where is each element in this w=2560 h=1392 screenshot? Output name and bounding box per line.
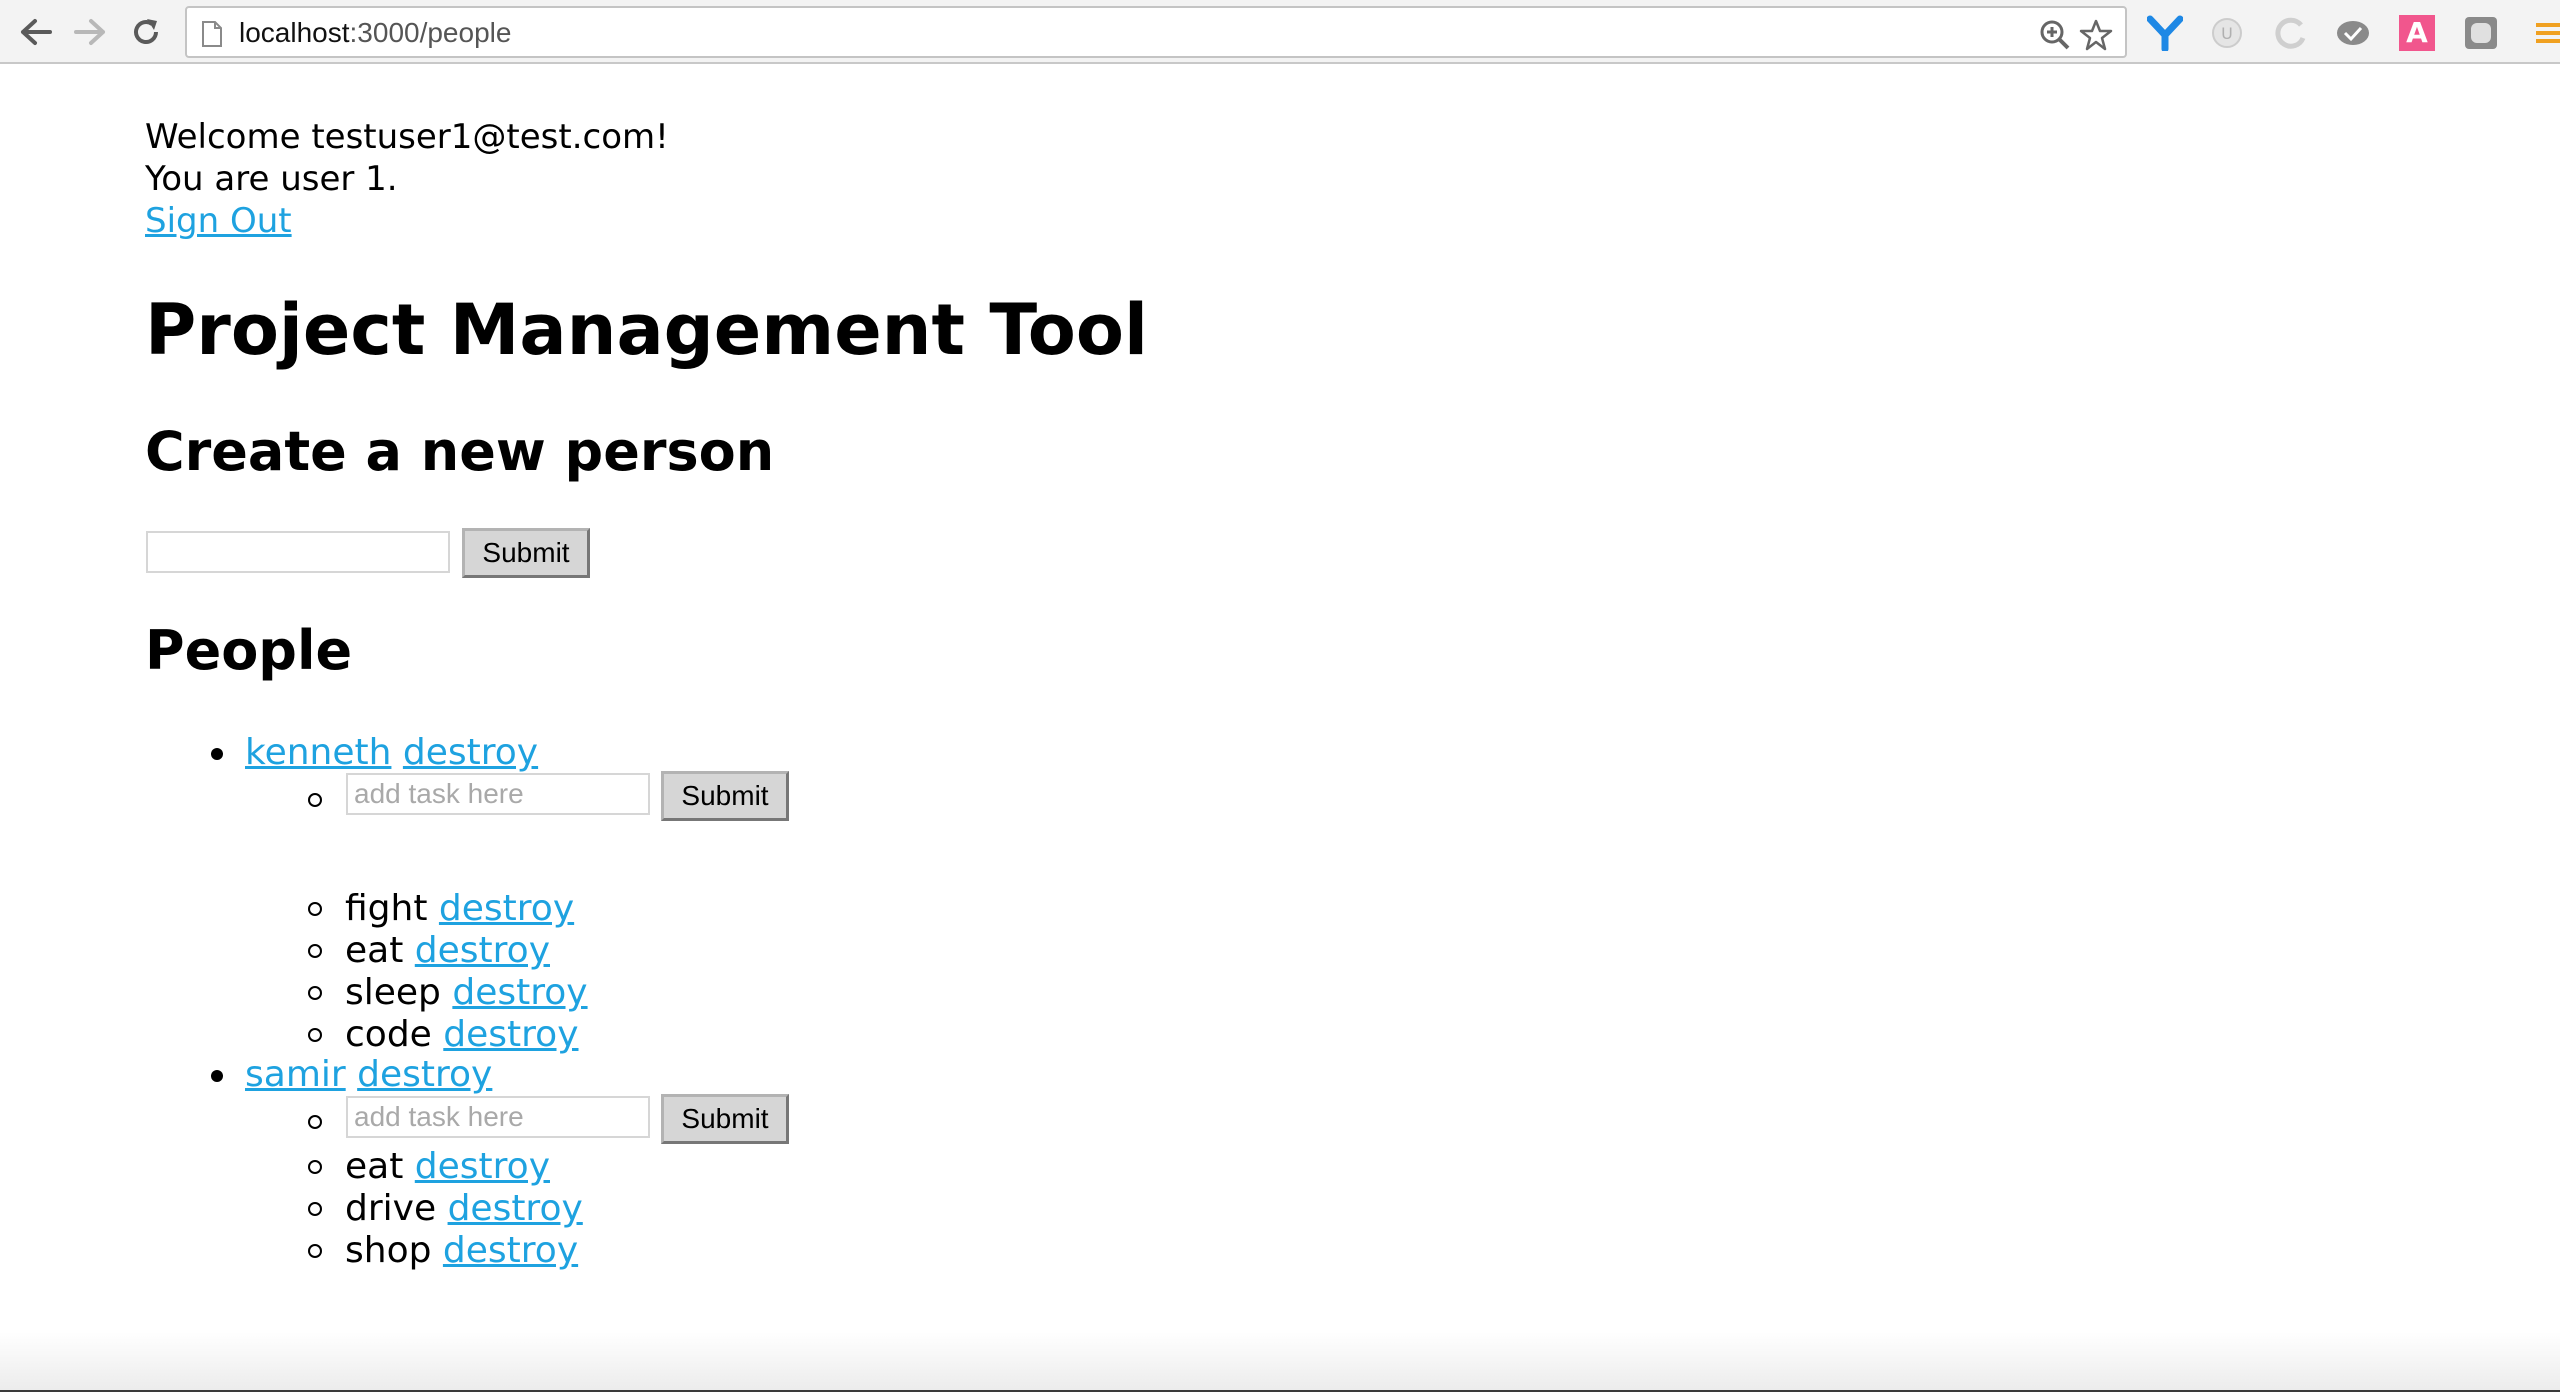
task-row: eat destroy	[345, 1145, 550, 1189]
task-name: shop	[345, 1230, 432, 1271]
task-name: sleep	[345, 972, 441, 1013]
reload-icon	[134, 19, 158, 44]
task-destroy-link[interactable]: destroy	[443, 1014, 578, 1055]
extension-check-icon[interactable]	[2334, 14, 2372, 52]
bullet	[308, 793, 322, 807]
task-destroy-link[interactable]: destroy	[443, 1230, 578, 1271]
extension-u-label: U	[2221, 24, 2233, 43]
task-name: eat	[345, 930, 404, 971]
person-row: samir destroy	[245, 1053, 492, 1097]
page-body: Welcome testuser1@test.com! You are user…	[0, 66, 2560, 1392]
bullet	[308, 986, 322, 1000]
person-destroy-link[interactable]: destroy	[403, 732, 538, 773]
task-name: code	[345, 1014, 432, 1055]
person-destroy-link[interactable]: destroy	[357, 1054, 492, 1095]
create-person-heading: Create a new person	[145, 420, 775, 483]
extension-y-icon[interactable]	[2146, 14, 2184, 52]
url-host: localhost	[239, 17, 350, 48]
person-row: kenneth destroy	[245, 731, 538, 775]
bullet	[211, 748, 223, 760]
task-row: fight destroy	[345, 887, 574, 931]
people-heading: People	[145, 619, 353, 682]
task-row: sleep destroy	[345, 971, 588, 1015]
bullet	[308, 944, 322, 958]
bullet	[308, 1115, 322, 1129]
task-destroy-link[interactable]: destroy	[448, 1188, 583, 1229]
add-task-input[interactable]	[346, 1096, 650, 1138]
task-name: eat	[345, 1146, 404, 1187]
reload-button[interactable]	[124, 10, 168, 54]
extension-u-icon[interactable]: U	[2208, 14, 2246, 52]
bullet	[308, 902, 322, 916]
page-icon	[202, 21, 222, 47]
extension-a-label: A	[2399, 15, 2435, 51]
task-name: drive	[345, 1188, 437, 1229]
task-destroy-link[interactable]: destroy	[439, 888, 574, 929]
new-person-input[interactable]	[146, 531, 450, 573]
welcome-text: Welcome testuser1@test.com!	[145, 117, 669, 157]
bookmark-star-icon[interactable]	[2079, 19, 2113, 51]
url-path: :3000/people	[349, 17, 512, 48]
task-row: drive destroy	[345, 1187, 583, 1231]
task-row: code destroy	[345, 1013, 579, 1057]
extension-a-icon[interactable]: A	[2398, 14, 2436, 52]
back-button[interactable]	[14, 10, 58, 54]
back-arrow-icon	[21, 19, 52, 45]
window-bottom-edge	[0, 1332, 2560, 1392]
task-destroy-link[interactable]: destroy	[415, 930, 550, 971]
zoom-icon[interactable]	[2039, 19, 2071, 51]
address-bar[interactable]: localhost:3000/people	[185, 6, 2127, 58]
user-id-text: You are user 1.	[145, 159, 398, 199]
task-destroy-link[interactable]: destroy	[415, 1146, 550, 1187]
bullet	[308, 1028, 322, 1042]
sign-out-link[interactable]: Sign Out	[145, 201, 292, 241]
bullet	[308, 1202, 322, 1216]
person-name-link[interactable]: kenneth	[245, 732, 391, 773]
person-name-link[interactable]: samir	[245, 1054, 346, 1095]
user-info: Welcome testuser1@test.com! You are user…	[145, 116, 669, 242]
task-row: shop destroy	[345, 1229, 578, 1273]
task-destroy-link[interactable]: destroy	[452, 972, 587, 1013]
url-text: localhost:3000/people	[239, 18, 511, 48]
menu-icon[interactable]	[2530, 14, 2560, 52]
page-title: Project Management Tool	[145, 289, 1148, 371]
forward-arrow-icon	[74, 19, 105, 45]
extension-swirl-icon[interactable]	[2272, 14, 2310, 52]
add-task-input[interactable]	[346, 773, 650, 815]
add-task-submit-button[interactable]: Submit	[661, 1094, 789, 1144]
task-row: eat destroy	[345, 929, 550, 973]
task-name: fight	[345, 888, 428, 929]
browser-toolbar: localhost:3000/people U A	[0, 0, 2560, 64]
forward-button[interactable]	[68, 10, 112, 54]
bullet	[308, 1244, 322, 1258]
bullet	[211, 1070, 223, 1082]
extension-square-icon[interactable]	[2462, 14, 2500, 52]
bullet	[308, 1160, 322, 1174]
add-task-submit-button[interactable]: Submit	[661, 771, 789, 821]
create-person-submit-button[interactable]: Submit	[462, 528, 590, 578]
